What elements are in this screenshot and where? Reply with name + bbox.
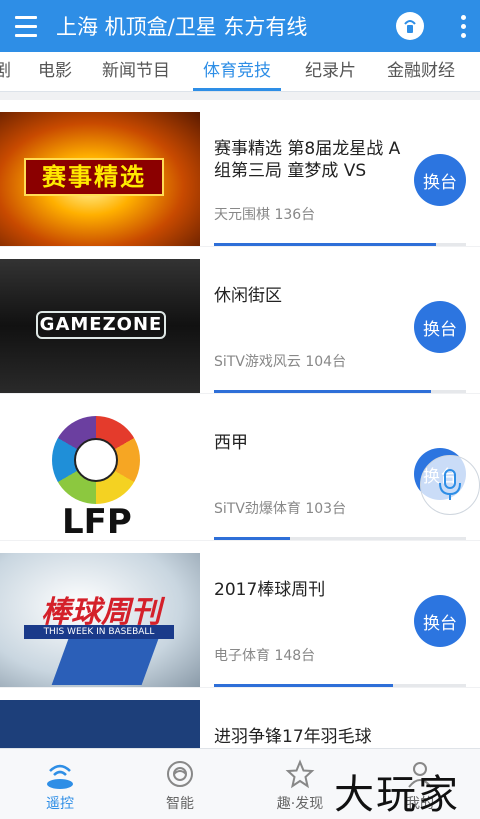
program-thumbnail: LFP bbox=[0, 406, 200, 540]
program-title: 赛事精选 第8届龙星战 A组第三局 童梦成 VS bbox=[214, 139, 401, 181]
progress-bar bbox=[214, 537, 466, 540]
progress-bar bbox=[214, 243, 466, 246]
progress-bar bbox=[214, 684, 466, 687]
program-row[interactable]: LFP 西甲 SiTV劲爆体育 103台 换台 bbox=[0, 394, 480, 540]
program-row[interactable]: 棒球周刊 THIS WEEK IN BASEBALL 2017棒球周刊 电子体育… bbox=[0, 541, 480, 687]
program-row[interactable]: 进羽争锋17年羽毛球 bbox=[0, 688, 480, 748]
star-icon bbox=[285, 759, 315, 789]
nav-label: 智能 bbox=[166, 796, 194, 812]
thumbnail-text: LFP bbox=[62, 502, 132, 540]
remote-icon bbox=[47, 764, 73, 789]
watermark: 大玩家 bbox=[334, 772, 460, 818]
tab-documentary[interactable]: 纪录片 bbox=[305, 52, 356, 91]
program-thumbnail: GAMEZONE bbox=[0, 259, 200, 393]
nav-label: 遥控 bbox=[46, 796, 74, 812]
smart-icon bbox=[167, 761, 193, 787]
program-channel: 电子体育 148台 bbox=[214, 648, 316, 664]
program-title: 进羽争锋17年羽毛球 bbox=[214, 727, 372, 747]
thumbnail-text: 棒球周刊 bbox=[41, 595, 161, 630]
more-options-icon[interactable] bbox=[446, 0, 480, 52]
nav-remote[interactable]: 遥控 bbox=[15, 749, 105, 819]
thumbnail-text: GAMEZONE bbox=[36, 311, 166, 339]
tab-movies[interactable]: 电影 bbox=[38, 52, 72, 91]
program-thumbnail bbox=[0, 700, 200, 748]
program-row[interactable]: 赛事精选 赛事精选 第8届龙星战 A组第三局 童梦成 VS 天元围棋 136台 … bbox=[0, 100, 480, 246]
tab-sports[interactable]: 体育竞技 bbox=[193, 52, 281, 91]
program-channel: SiTV劲爆体育 103台 bbox=[214, 501, 347, 517]
progress-bar bbox=[214, 390, 466, 393]
tab-finance[interactable]: 金融财经 bbox=[387, 52, 455, 91]
program-title: 西甲 bbox=[214, 433, 248, 453]
program-thumbnail: 赛事精选 bbox=[0, 112, 200, 246]
switch-channel-button[interactable]: 换台 bbox=[414, 301, 466, 353]
program-thumbnail: 棒球周刊 THIS WEEK IN BASEBALL bbox=[0, 553, 200, 687]
program-list: 赛事精选 赛事精选 第8届龙星战 A组第三局 童梦成 VS 天元围棋 136台 … bbox=[0, 100, 480, 748]
program-channel: SiTV游戏风云 104台 bbox=[214, 354, 347, 370]
category-tabs: 剧 电影 新闻节目 体育竞技 纪录片 金融财经 bbox=[0, 52, 480, 92]
switch-channel-button[interactable]: 换台 bbox=[414, 154, 466, 206]
switch-channel-button[interactable]: 换台 bbox=[414, 595, 466, 647]
voice-search-button[interactable] bbox=[420, 455, 480, 515]
program-title: 休闲街区 bbox=[214, 286, 282, 306]
tab-drama[interactable]: 剧 bbox=[0, 52, 11, 91]
page-title: 上海 机顶盒/卫星 东方有线 bbox=[56, 15, 308, 39]
app-root: 上海 机顶盒/卫星 东方有线 剧 电影 新闻节目 体育竞技 纪录片 金融财经 赛… bbox=[0, 0, 480, 819]
remote-connect-icon[interactable] bbox=[396, 12, 424, 40]
thumbnail-text: 赛事精选 bbox=[24, 158, 164, 196]
ball-icon bbox=[74, 438, 118, 482]
top-bar: 上海 机顶盒/卫星 东方有线 bbox=[0, 0, 480, 52]
microphone-icon bbox=[439, 469, 461, 500]
tab-news[interactable]: 新闻节目 bbox=[102, 52, 170, 91]
program-row[interactable]: GAMEZONE 休闲街区 SiTV游戏风云 104台 换台 bbox=[0, 247, 480, 393]
nav-smart[interactable]: 智能 bbox=[135, 749, 225, 819]
nav-label: 趣·发现 bbox=[276, 796, 324, 812]
program-title: 2017棒球周刊 bbox=[214, 580, 326, 600]
nav-discover[interactable]: 趣·发现 bbox=[255, 749, 345, 819]
menu-icon[interactable] bbox=[0, 0, 52, 52]
program-channel: 天元围棋 136台 bbox=[214, 207, 316, 223]
